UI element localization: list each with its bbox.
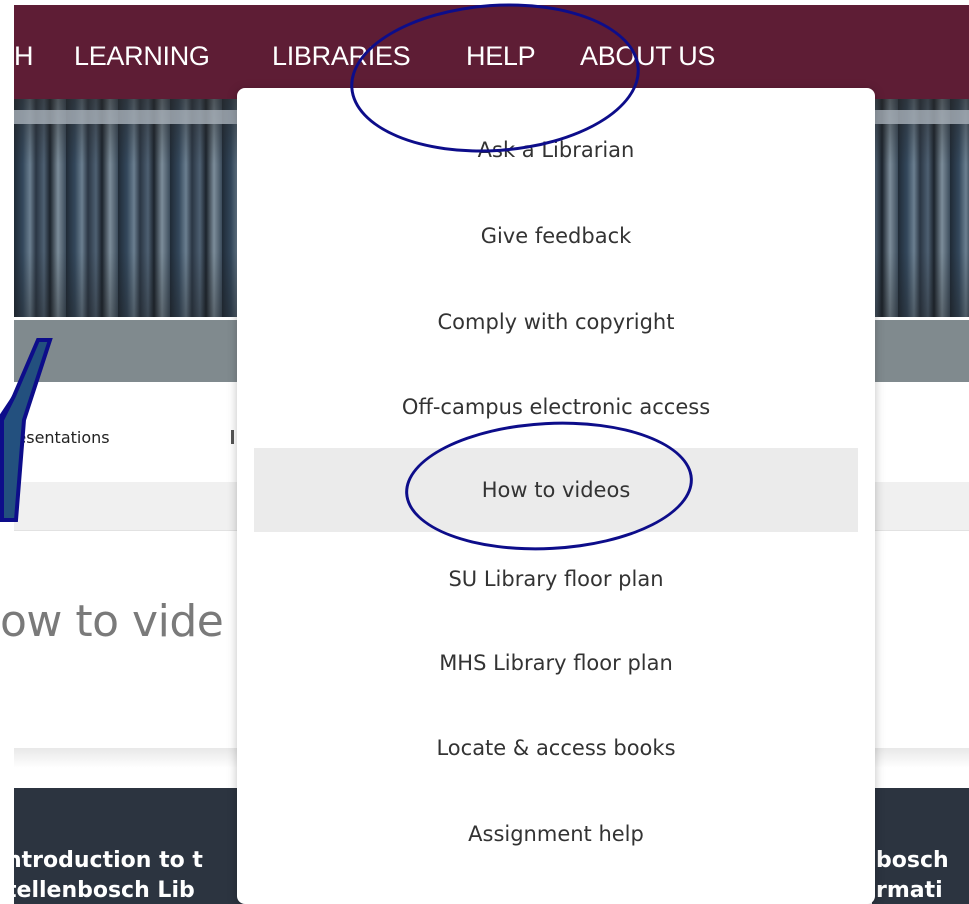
menu-item-assignment-help[interactable]: Assignment help xyxy=(254,792,858,876)
menu-item-comply-with-copyright[interactable]: Comply with copyright xyxy=(254,280,858,364)
menu-item-locate-access-books[interactable]: Locate & access books xyxy=(254,706,858,790)
breadcrumb-separator xyxy=(231,430,234,444)
menu-item-su-library-floor-plan[interactable]: SU Library floor plan xyxy=(254,537,858,621)
menu-item-ask-a-librarian[interactable]: Ask a Librarian xyxy=(254,108,858,192)
menu-item-label: Comply with copyright xyxy=(437,310,675,334)
menu-item-label: SU Library floor plan xyxy=(448,567,664,591)
video-thumbnail-right[interactable]: bosch rmati xyxy=(872,788,969,904)
menu-item-mhs-library-floor-plan[interactable]: MHS Library floor plan xyxy=(254,621,858,705)
nav-item-research[interactable]: H xyxy=(14,41,34,72)
menu-item-how-to-videos[interactable]: How to videos xyxy=(254,448,858,532)
breadcrumb-presentations[interactable]: presentations xyxy=(0,428,110,447)
video-title-right-line-1: bosch xyxy=(876,848,949,873)
menu-item-label: Locate & access books xyxy=(436,736,676,760)
video-thumbnail-left[interactable]: ntroduction to t tellenbosch Lib xyxy=(6,788,254,904)
menu-item-label: MHS Library floor plan xyxy=(439,651,673,675)
menu-item-label: Assignment help xyxy=(468,822,644,846)
menu-item-label: How to videos xyxy=(481,478,631,502)
menu-item-off-campus-access[interactable]: Off-campus electronic access xyxy=(254,365,858,449)
help-dropdown-menu: Ask a Librarian Give feedback Comply wit… xyxy=(237,88,875,904)
top-nav-bar: H LEARNING LIBRARIES HELP ABOUT US xyxy=(14,5,969,99)
nav-item-learning[interactable]: LEARNING xyxy=(74,41,210,72)
menu-item-give-feedback[interactable]: Give feedback xyxy=(254,194,858,278)
menu-item-label: Off-campus electronic access xyxy=(401,395,711,419)
nav-item-about-us[interactable]: ABOUT US xyxy=(580,41,715,72)
menu-item-label: Give feedback xyxy=(480,224,632,248)
menu-item-label: Ask a Librarian xyxy=(477,138,635,162)
page-title: ow to vide xyxy=(0,596,224,647)
video-title-line-2: tellenbosch Lib xyxy=(6,878,195,903)
nav-item-help[interactable]: HELP xyxy=(466,41,536,72)
nav-item-libraries[interactable]: LIBRARIES xyxy=(272,41,411,72)
video-title-line-1: ntroduction to t xyxy=(6,848,203,873)
left-margin xyxy=(0,0,14,904)
video-title-right-line-2: rmati xyxy=(876,878,943,903)
